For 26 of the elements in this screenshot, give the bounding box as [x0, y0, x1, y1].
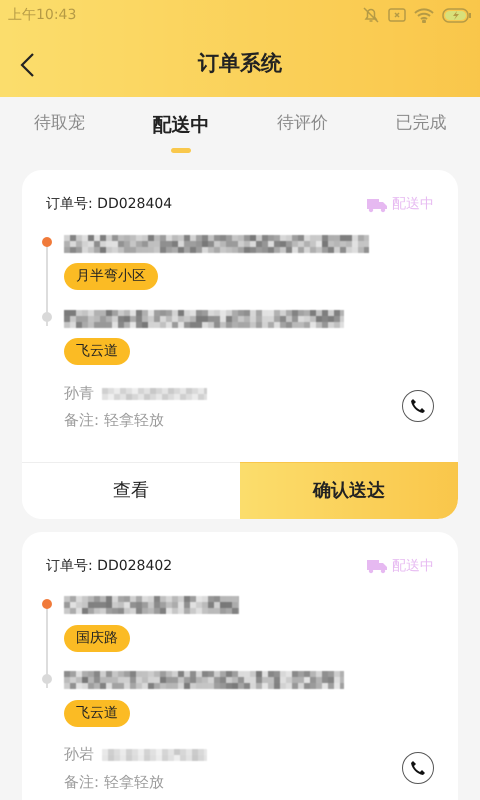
status-time: 上午10:43 — [8, 6, 76, 24]
order-status: 配送中 — [392, 195, 434, 214]
sim-icon — [388, 8, 406, 22]
order-number: 订单号: DD028404 — [46, 195, 172, 214]
order-note: 备注: 轻拿轻放 — [64, 410, 165, 431]
order-number: 订单号: DD028402 — [46, 556, 172, 576]
phone-icon[interactable] — [410, 760, 426, 776]
area-tag: 飞云道 — [64, 700, 130, 726]
call-button[interactable] — [402, 752, 434, 784]
phone-icon[interactable] — [410, 398, 426, 414]
call-button[interactable] — [402, 390, 434, 422]
area-tag: 月半弯小区 — [64, 263, 158, 290]
tab[interactable]: 配送中 — [146, 97, 216, 157]
wifi-icon — [414, 8, 434, 22]
truck-icon — [366, 558, 388, 574]
mute-icon — [362, 6, 380, 24]
order-status: 配送中 — [392, 556, 434, 576]
contact-name: 孙青 — [64, 382, 94, 404]
battery-charging-icon — [442, 8, 472, 22]
confirm-button[interactable]: 确认送达 — [240, 462, 458, 518]
contact-name: 孙岩 — [64, 744, 94, 766]
order-note: 备注: 轻拿轻放 — [64, 772, 165, 792]
truck-icon — [366, 196, 388, 212]
area-tag: 国庆路 — [64, 624, 130, 652]
page-title: 订单系统 — [198, 50, 282, 77]
area-tag: 飞云道 — [64, 338, 130, 365]
